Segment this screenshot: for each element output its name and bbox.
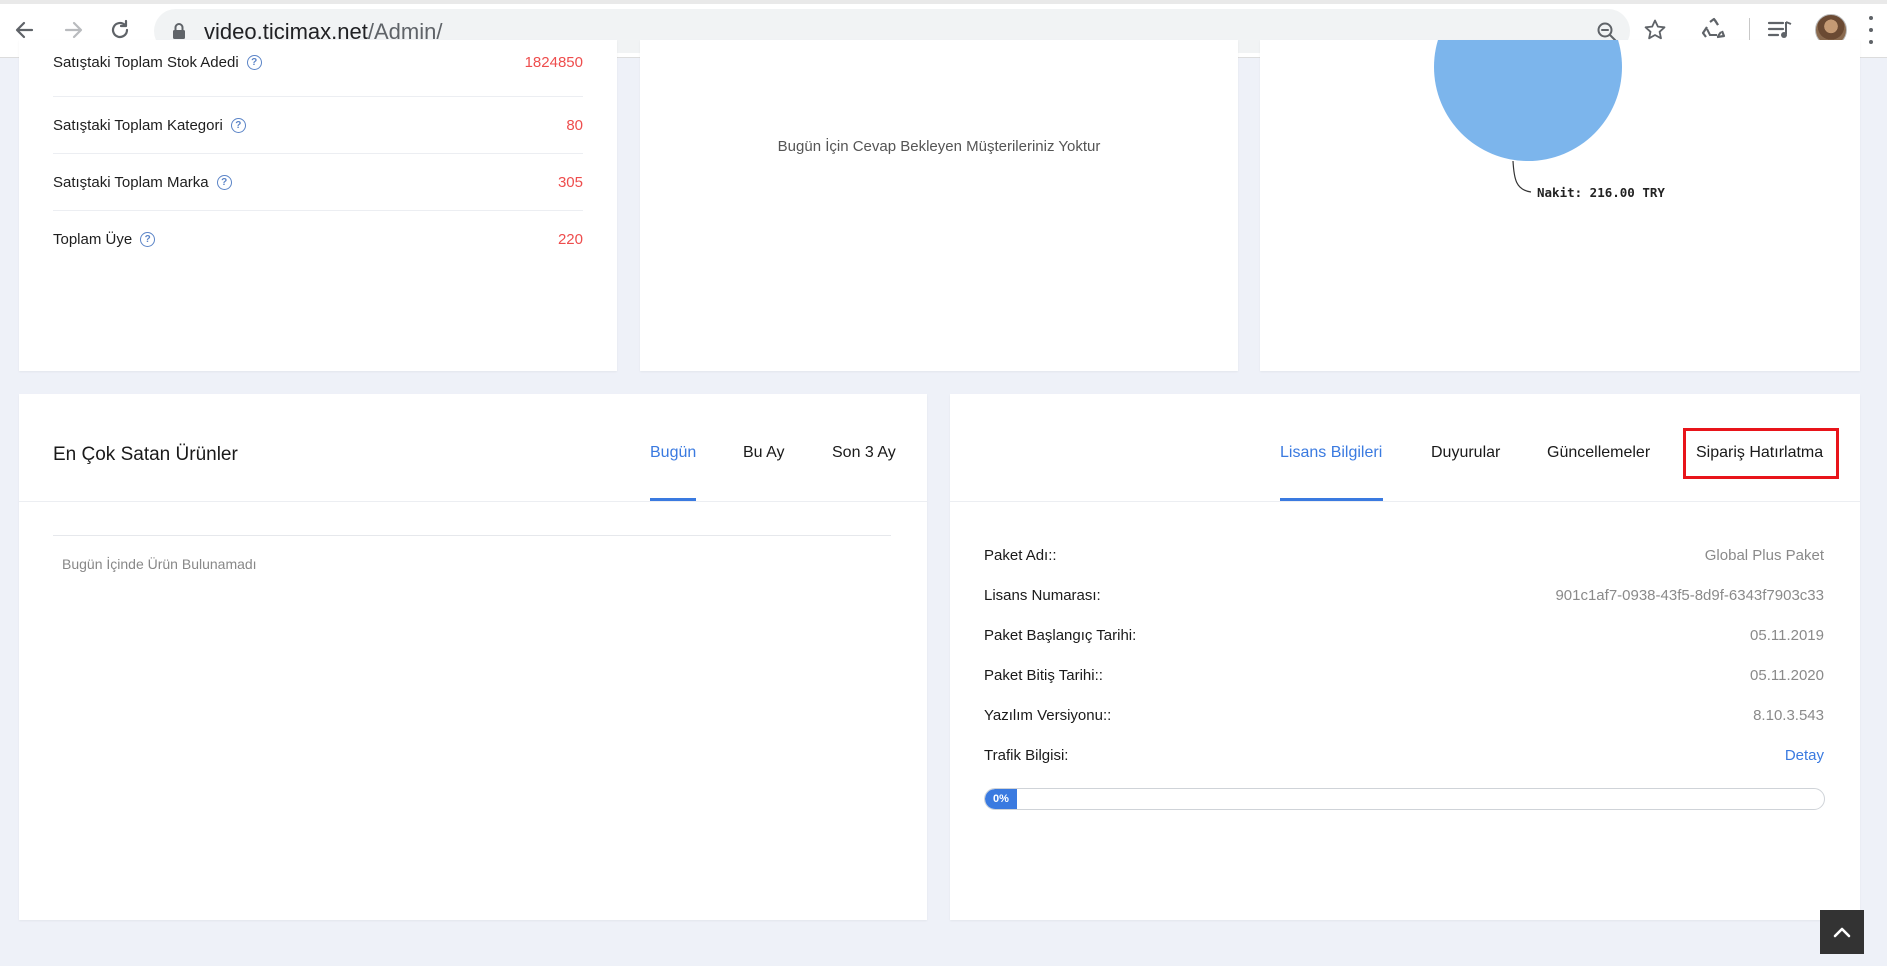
stat-label-wrap: Toplam Üye? (53, 231, 156, 248)
stat-label-wrap: Satıştaki Toplam Kategori? (53, 117, 246, 134)
star-icon (1644, 19, 1666, 40)
kebab-menu-icon[interactable] (1868, 16, 1874, 44)
license-info-row: Paket Başlangıç Tarihi: 05.11.2019 (984, 627, 1824, 647)
traffic-detail-link[interactable]: Detay (1785, 747, 1824, 764)
payment-pie-chart: Nakit: 216.00 TRY (1434, 0, 1665, 200)
pie-slice[interactable] (1434, 0, 1622, 161)
info-value: 901c1af7-0938-43f5-8d9f-6343f7903c33 (1555, 587, 1824, 604)
lock-icon (173, 23, 185, 39)
tab-strip-edge (0, 0, 1887, 4)
active-tab-indicator (650, 498, 696, 501)
empty-state-text: Bugün İçinde Ürün Bulunamadı (62, 556, 257, 572)
stat-row: Satıştaki Toplam Stok Adedi? 1824850 (53, 40, 583, 97)
info-value: 8.10.3.543 (1753, 707, 1824, 724)
stat-label: Toplam Üye (53, 231, 133, 248)
stat-row: Satıştaki Toplam Kategori? 80 (53, 97, 583, 154)
payment-chart-panel: Nakit: 216.00 TRY (1260, 0, 1860, 371)
scroll-to-top-button[interactable] (1820, 910, 1864, 954)
info-key: Paket Adı:: (984, 547, 1057, 564)
empty-state-text: Bugün İçin Cevap Bekleyen Müşterileriniz… (777, 138, 1101, 155)
stat-value: 80 (566, 117, 583, 134)
help-icon[interactable]: ? (230, 118, 246, 133)
info-key: Paket Başlangıç Tarihi: (984, 627, 1137, 644)
divider (53, 535, 891, 536)
info-key: Yazılım Versiyonu:: (984, 707, 1112, 724)
license-info-row: Paket Bitiş Tarihi:: 05.11.2020 (984, 667, 1824, 687)
highlight-box-annotation (1683, 428, 1839, 479)
stat-value: 220 (557, 231, 583, 248)
info-value: 05.11.2019 (1750, 627, 1824, 644)
stat-label: Satıştaki Toplam Stok Adedi (53, 54, 239, 71)
tab-son-3-ay[interactable]: Son 3 Ay (832, 444, 896, 462)
stat-label: Satıştaki Toplam Kategori (53, 117, 223, 134)
traffic-progress-bar: 0% (984, 788, 1825, 810)
stat-row: Satıştaki Toplam Marka? 305 (53, 154, 583, 211)
info-key: Paket Bitiş Tarihi:: (984, 667, 1103, 684)
tab-bu-ay[interactable]: Bu Ay (743, 444, 785, 462)
info-value: 05.11.2020 (1750, 667, 1824, 684)
tab-guncellemeler[interactable]: Güncellemeler (1547, 444, 1650, 462)
store-stats-panel: Satıştaki Toplam Stok Adedi? 1824850 Sat… (19, 40, 617, 371)
stat-value: 305 (557, 174, 583, 191)
tab-lisans-bilgileri[interactable]: Lisans Bilgileri (1280, 444, 1382, 462)
stat-row: Toplam Üye? 220 (53, 211, 583, 268)
best-sellers-panel: En Çok Satan Ürünler Bugün Bu Ay Son 3 A… (19, 394, 927, 920)
progress-fill: 0% (985, 789, 1017, 809)
stat-label-wrap: Satıştaki Toplam Stok Adedi? (53, 54, 262, 71)
info-value: Global Plus Paket (1704, 547, 1824, 564)
license-info-row: Lisans Numarası: 901c1af7-0938-43f5-8d9f… (984, 587, 1824, 607)
help-icon[interactable]: ? (246, 55, 262, 70)
info-key: Trafik Bilgisi: (984, 747, 1069, 764)
tab-duyurular[interactable]: Duyurular (1431, 444, 1500, 462)
arrow-right-icon (64, 21, 83, 39)
license-info-row: Yazılım Versiyonu:: 8.10.3.543 (984, 707, 1824, 727)
help-icon[interactable]: ? (216, 175, 232, 190)
tab-bugun[interactable]: Bugün (650, 444, 696, 462)
stat-value: 1824850 (524, 54, 583, 71)
panel-header: En Çok Satan Ürünler Bugün Bu Ay Son 3 A… (19, 394, 927, 502)
stat-label-wrap: Satıştaki Toplam Marka? (53, 174, 232, 191)
help-icon[interactable]: ? (140, 232, 156, 247)
toolbar-separator (1749, 18, 1750, 42)
playlist-icon (1767, 21, 1792, 38)
license-info-row: Trafik Bilgisi: Detay (984, 747, 1824, 767)
license-info-row: Paket Adı:: Global Plus Paket (984, 547, 1824, 567)
chevron-up-icon (1833, 927, 1851, 938)
pending-customers-panel: Bugün İçin Cevap Bekleyen Müşterileriniz… (640, 40, 1238, 371)
active-tab-indicator (1280, 498, 1383, 501)
pie-label-connector (1512, 160, 1532, 193)
pie-data-label: Nakit: 216.00 TRY (1537, 185, 1665, 200)
stat-label: Satıştaki Toplam Marka (53, 174, 209, 191)
reload-icon (111, 19, 129, 39)
info-key: Lisans Numarası: (984, 587, 1101, 604)
panel-title: En Çok Satan Ürünler (53, 444, 238, 465)
arrow-left-icon (15, 21, 34, 39)
